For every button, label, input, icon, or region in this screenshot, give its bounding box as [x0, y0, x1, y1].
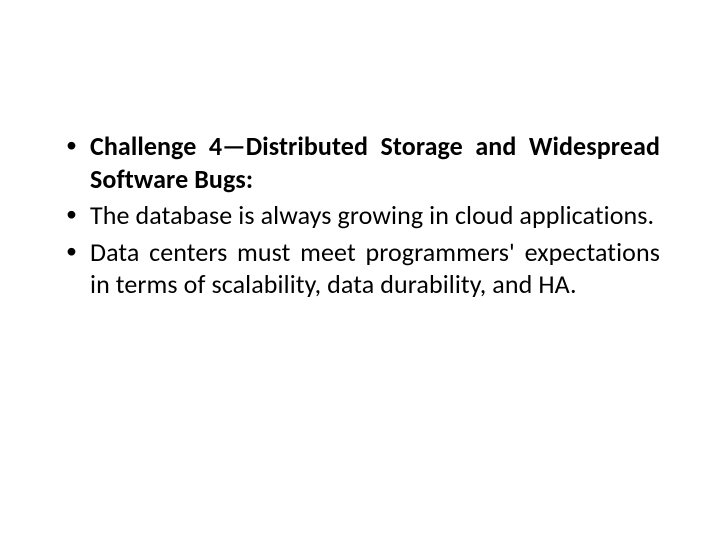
bullet-list: Challenge 4—Distributed Storage and Wide… [60, 130, 660, 301]
bullet-text: Data centers must meet programmers' expe… [90, 236, 660, 301]
slide: Challenge 4—Distributed Storage and Wide… [0, 0, 720, 540]
list-item: Data centers must meet programmers' expe… [60, 236, 660, 301]
bullet-bold-text: Challenge 4—Distributed Storage and Wide… [90, 130, 660, 195]
list-item: The database is always growing in cloud … [60, 199, 660, 232]
bullet-text: The database is always growing in cloud … [90, 199, 654, 231]
list-item: Challenge 4—Distributed Storage and Wide… [60, 130, 660, 195]
